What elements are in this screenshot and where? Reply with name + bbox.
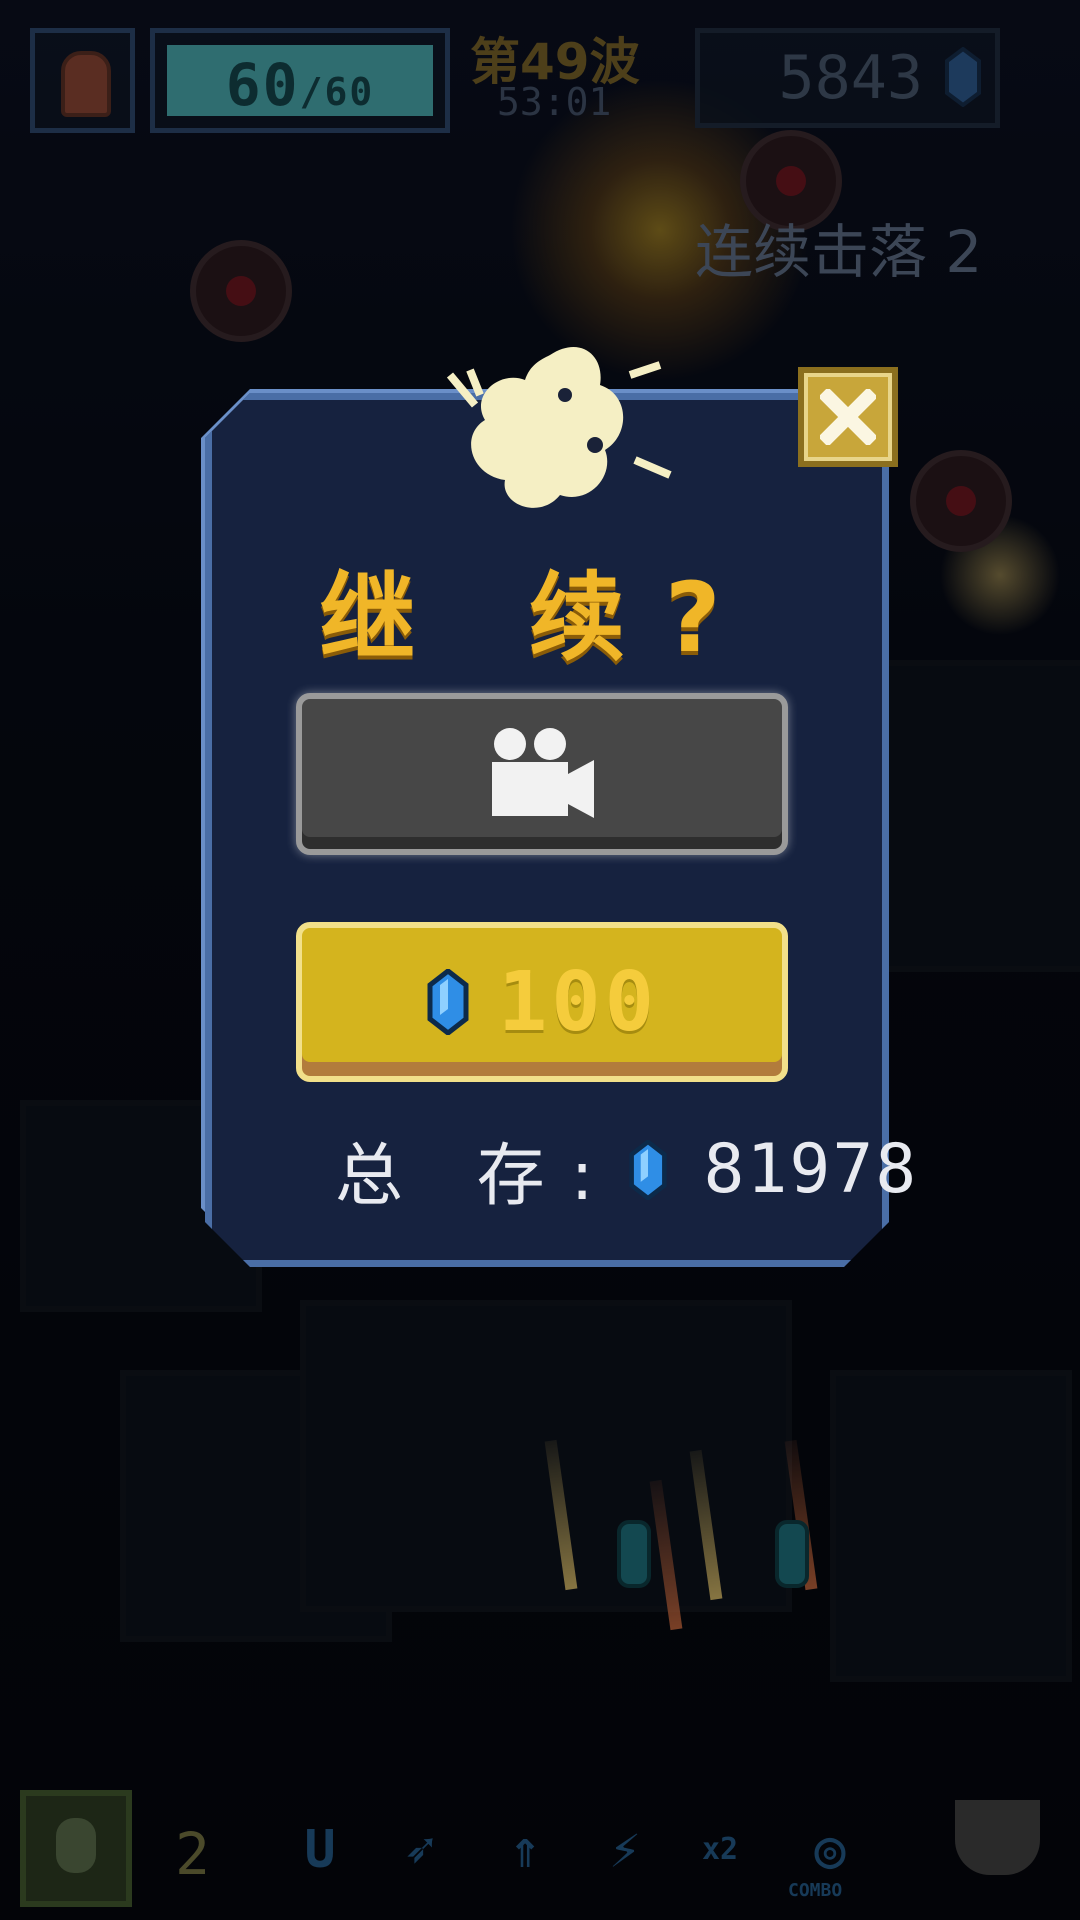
watch-ad-button[interactable] xyxy=(296,693,788,855)
score-value: 5843 xyxy=(778,43,924,113)
mascot-icon xyxy=(446,346,672,508)
bomb-button[interactable] xyxy=(20,1790,132,1907)
pay-gems-button[interactable]: 100 xyxy=(296,922,788,1082)
coffee-mug-icon xyxy=(955,1800,1040,1875)
gem-icon xyxy=(427,969,469,1035)
bomb-count: 2 xyxy=(175,1820,210,1888)
score-panel: 5843 xyxy=(695,28,1000,128)
hp-max: /60 xyxy=(299,70,375,114)
hp-current: 60 xyxy=(225,51,300,119)
combo-label: COMBO xyxy=(788,1880,843,1901)
close-icon xyxy=(820,389,876,445)
combo-icon: ◎ xyxy=(814,1820,846,1880)
gem-icon xyxy=(945,47,981,107)
hp-bar: 60/60 xyxy=(150,28,450,133)
total-amount: 81978 xyxy=(703,1130,919,1209)
bell-icon xyxy=(61,51,111,117)
close-button[interactable] xyxy=(798,367,898,467)
total-gems: 总 存: 81978 xyxy=(335,1120,918,1219)
upgrade-icon: ⇑ xyxy=(509,1820,541,1880)
combo-counter: 连续击落 2 xyxy=(695,218,983,286)
energy-icon: ⚡ xyxy=(609,1820,641,1880)
multiplier-icon: x2 xyxy=(701,1832,739,1867)
dialog-title: 继 续? xyxy=(319,562,761,674)
hp-readout: 60/60 xyxy=(155,51,445,119)
wave-timer: 53:01 xyxy=(497,80,612,124)
pause-button[interactable] xyxy=(30,28,135,133)
video-camera-icon xyxy=(492,728,594,818)
magnet-icon: U xyxy=(304,1820,336,1880)
total-label: 总 存: xyxy=(335,1137,620,1216)
continue-price: 100 xyxy=(497,954,659,1050)
gem-icon xyxy=(628,1139,667,1200)
wing-icon: ➶ xyxy=(404,1820,436,1880)
